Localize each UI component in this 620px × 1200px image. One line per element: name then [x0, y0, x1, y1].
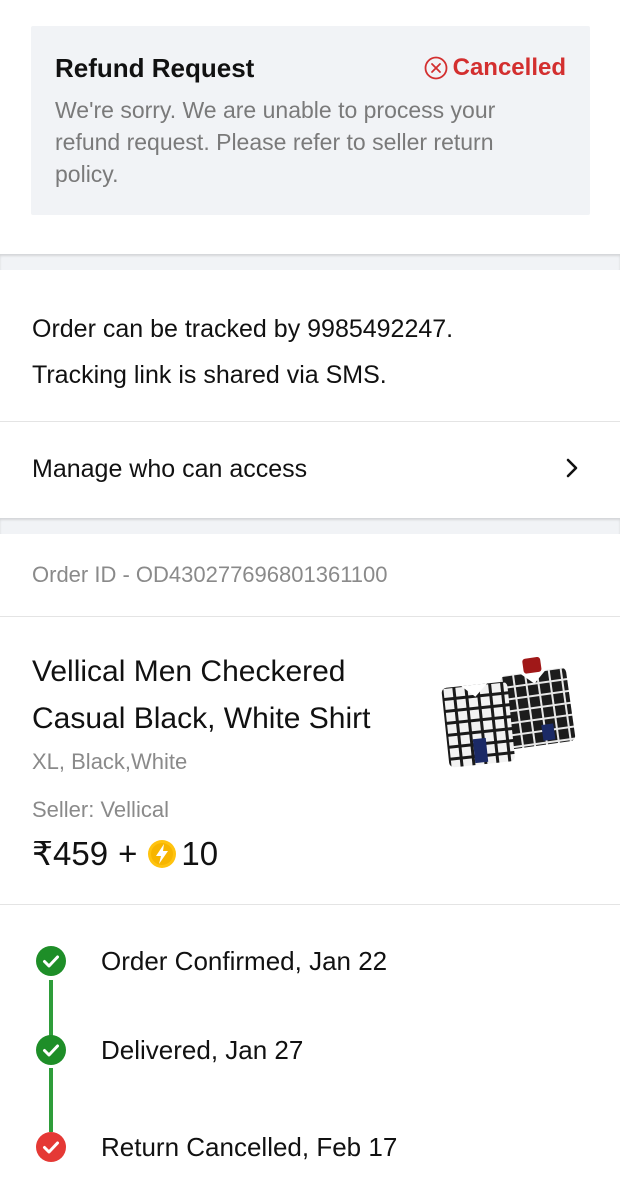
timeline-label: Order Confirmed, Jan 22: [101, 946, 388, 976]
refund-status-label: Cancelled: [452, 54, 566, 81]
check-circle-icon: [36, 1035, 66, 1065]
manage-access-row[interactable]: Manage who can access: [0, 421, 620, 518]
refund-section: Refund Request Cancelled We're sorry. We…: [0, 0, 620, 254]
timeline-step: Order Confirmed, Jan 22: [0, 942, 620, 982]
price: ₹459: [32, 835, 109, 872]
tracking-section: Order can be tracked by 9985492247. Trac…: [0, 270, 620, 518]
order-id: Order ID - OD430277696801361100: [32, 562, 388, 587]
refund-title: Refund Request: [55, 53, 255, 83]
check-circle-icon: [36, 1132, 66, 1162]
timeline-step: Delivered, Jan 27: [0, 1031, 620, 1071]
tracking-line-2: Tracking link is shared via SMS.: [32, 361, 387, 389]
refund-request-card: Refund Request Cancelled We're sorry. We…: [31, 26, 590, 215]
price-row: ₹459 + 10: [32, 834, 218, 873]
order-section: Order ID - OD430277696801361100 Vellical…: [0, 534, 620, 1200]
tracking-info: Order can be tracked by 9985492247. Trac…: [32, 306, 592, 398]
refund-status-badge: Cancelled: [424, 54, 566, 82]
supercoin-icon: [148, 839, 177, 868]
divider: [0, 616, 620, 617]
product-name[interactable]: Vellical Men Checkered Casual Black, Whi…: [32, 648, 432, 742]
refund-message: We're sorry. We are unable to process yo…: [55, 97, 496, 187]
timeline-label: Delivered, Jan 27: [101, 1035, 304, 1065]
section-divider: [0, 518, 620, 534]
tracking-line-1: Order can be tracked by 9985492247.: [32, 315, 454, 343]
cancel-circle-icon: [424, 56, 448, 80]
product-variant: XL, Black,White: [32, 749, 188, 774]
chevron-right-icon: [566, 458, 578, 478]
supercoin-value: 10: [181, 834, 219, 872]
product-image[interactable]: [438, 642, 580, 802]
seller-name: Seller: Vellical: [32, 797, 169, 822]
timeline-label: Return Cancelled, Feb 17: [101, 1132, 398, 1162]
timeline-step: Return Cancelled, Feb 17: [0, 1128, 620, 1168]
section-divider: [0, 254, 620, 270]
plus-sign: +: [118, 834, 138, 872]
divider: [0, 904, 620, 905]
check-circle-icon: [36, 946, 66, 976]
manage-access-label: Manage who can access: [32, 455, 308, 483]
timeline-connector: [49, 1068, 53, 1132]
